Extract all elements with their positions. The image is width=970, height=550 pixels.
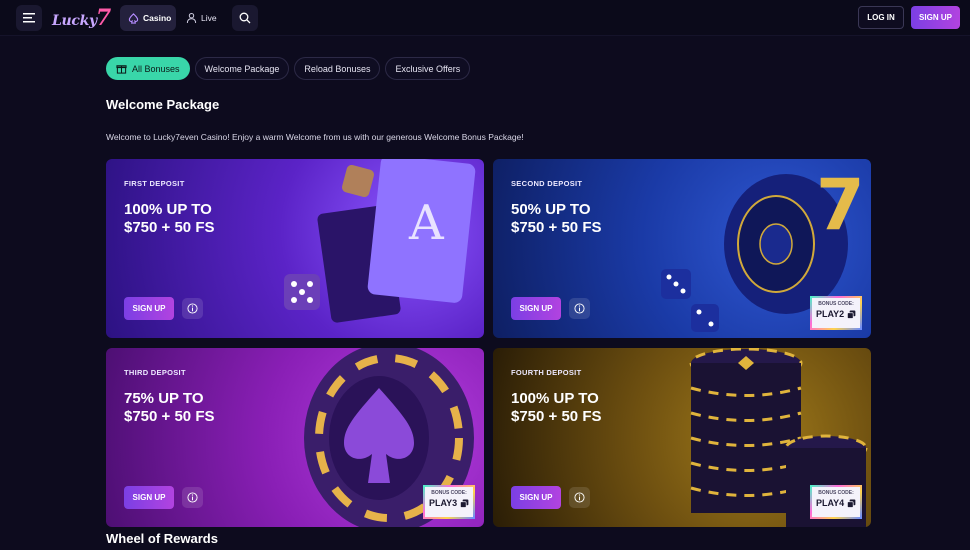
bonus-code-label: BONUS CODE: (818, 301, 854, 307)
bonus-card-first-deposit: A FIRST DEPOSIT 100% UP TO $750 + 50 FS S… (106, 159, 484, 338)
signup-button[interactable]: SIGN UP (911, 6, 960, 29)
headline-line-2: $750 + 50 FS (124, 219, 215, 236)
nav-casino[interactable]: Casino (120, 5, 176, 31)
bonus-code-badge[interactable]: BONUS CODE: PLAY4 (810, 485, 862, 519)
svg-text:7: 7 (816, 164, 865, 246)
search-button[interactable] (232, 5, 258, 31)
copy-icon (847, 499, 856, 508)
bonus-code-label: BONUS CODE: (818, 490, 854, 496)
bonus-code-badge[interactable]: BONUS CODE: PLAY3 (423, 485, 475, 519)
info-icon (187, 492, 198, 503)
tab-exclusive-offers[interactable]: Exclusive Offers (385, 57, 471, 80)
site-logo[interactable]: Lucky7 (52, 5, 111, 31)
card-info-button[interactable] (569, 487, 590, 508)
section-title: Welcome Package (106, 97, 220, 112)
login-button[interactable]: LOG IN (858, 6, 904, 29)
bonus-card-third-deposit: THIRD DEPOSIT 75% UP TO $750 + 50 FS SIGN… (106, 348, 484, 527)
top-navigation-bar: Lucky7 Casino Live LOG IN SIGN UP (0, 0, 970, 36)
card-label: FOURTH DEPOSIT (511, 368, 582, 377)
hamburger-icon (23, 13, 35, 23)
card-signup-button[interactable]: SIGN UP (511, 297, 561, 320)
menu-button[interactable] (16, 5, 42, 31)
card-signup-button[interactable]: SIGN UP (124, 297, 174, 320)
copy-icon (847, 310, 856, 319)
dealer-icon (186, 13, 197, 24)
headline-line-1: 75% UP TO (124, 390, 204, 407)
bonus-code-value: PLAY2 (816, 309, 845, 319)
card-label: SECOND DEPOSIT (511, 179, 583, 188)
gift-icon (116, 65, 127, 74)
card-info-button[interactable] (182, 298, 203, 319)
tab-all-bonuses[interactable]: All Bonuses (106, 57, 190, 80)
svg-text:A: A (408, 195, 445, 251)
search-icon (239, 12, 251, 24)
card-headline: 100% UP TO $750 + 50 FS (511, 390, 661, 426)
wheel-of-rewards-title: Wheel of Rewards (106, 531, 218, 546)
headline-line-1: 100% UP TO (511, 390, 599, 407)
card-info-button[interactable] (182, 487, 203, 508)
info-icon (574, 303, 585, 314)
copy-icon (460, 499, 469, 508)
card-headline: 75% UP TO $750 + 50 FS (124, 390, 274, 426)
bonus-code-value: PLAY3 (429, 498, 458, 508)
headline-line-1: 100% UP TO (124, 201, 212, 218)
bonus-code-badge[interactable]: BONUS CODE: PLAY2 (810, 296, 862, 330)
playing-cards-dice-illustration: A (284, 159, 476, 323)
headline-line-2: $750 + 50 FS (124, 408, 215, 425)
nav-live[interactable]: Live (186, 5, 226, 31)
card-signup-button[interactable]: SIGN UP (511, 486, 561, 509)
logo-text: Lucky (52, 13, 97, 29)
tab-welcome-package[interactable]: Welcome Package (194, 57, 290, 80)
info-icon (574, 492, 585, 503)
tab-all-bonuses-label: All Bonuses (132, 63, 180, 74)
headline-line-2: $750 + 50 FS (511, 408, 602, 425)
card-label: FIRST DEPOSIT (124, 179, 185, 188)
bonus-card-second-deposit: 7 SECOND DEPOSIT 50% UP TO $750 + 50 FS S… (493, 159, 871, 338)
nav-live-label: Live (201, 13, 217, 23)
card-label: THIRD DEPOSIT (124, 368, 186, 377)
logo-seven: 7 (95, 5, 111, 31)
info-icon (187, 303, 198, 314)
bonus-filter-tabs: All Bonuses Welcome Package Reload Bonus… (106, 57, 471, 80)
nav-casino-label: Casino (143, 13, 172, 23)
card-headline: 100% UP TO $750 + 50 FS (124, 201, 274, 237)
tab-reload-bonuses[interactable]: Reload Bonuses (294, 57, 381, 80)
headline-line-1: 50% UP TO (511, 201, 591, 218)
card-headline: 50% UP TO $750 + 50 FS (511, 201, 661, 237)
card-signup-button[interactable]: SIGN UP (124, 486, 174, 509)
section-intro: Welcome to Lucky7even Casino! Enjoy a wa… (106, 132, 524, 142)
card-info-button[interactable] (569, 298, 590, 319)
bonus-code-label: BONUS CODE: (431, 490, 467, 496)
spade-icon (128, 12, 139, 24)
bonus-code-value: PLAY4 (816, 498, 845, 508)
bonus-card-fourth-deposit: FOURTH DEPOSIT 100% UP TO $750 + 50 FS SI… (493, 348, 871, 527)
headline-line-2: $750 + 50 FS (511, 219, 602, 236)
